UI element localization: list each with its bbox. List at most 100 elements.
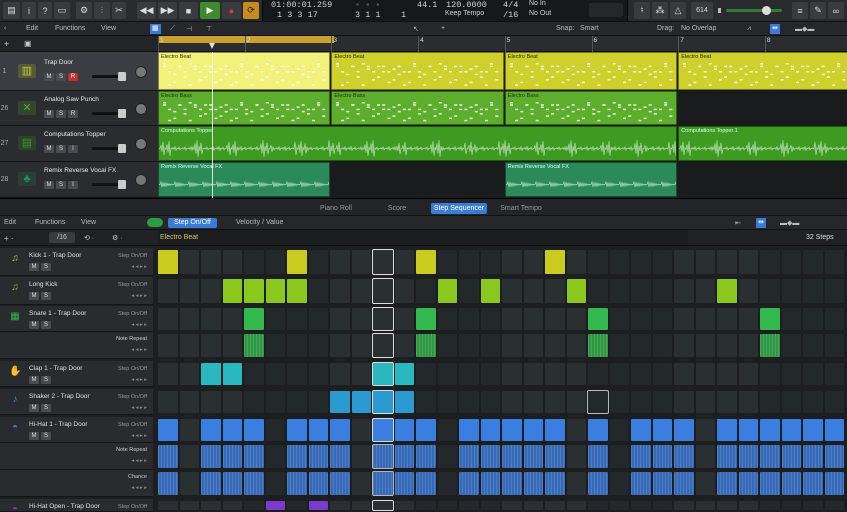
- editor-catch-icon[interactable]: ⇤: [735, 219, 741, 227]
- step-off[interactable]: [437, 419, 457, 441]
- record-enable-button[interactable]: R: [68, 73, 78, 81]
- step-on[interactable]: [652, 419, 672, 441]
- step-off[interactable]: [394, 308, 414, 330]
- step-off[interactable]: [652, 363, 672, 385]
- step-off[interactable]: [803, 250, 823, 274]
- step-off[interactable]: [824, 279, 844, 303]
- track-name[interactable]: Analog Saw Punch: [44, 96, 99, 103]
- step-off[interactable]: [437, 391, 457, 413]
- step-off[interactable]: [545, 279, 565, 303]
- step-off[interactable]: [674, 501, 694, 510]
- track-header[interactable]: 1 ▥ Trap Door M S R: [0, 52, 158, 91]
- step-off[interactable]: [158, 334, 178, 357]
- step-on[interactable]: [631, 419, 651, 441]
- editor-zoom-icon[interactable]: ⇹: [756, 218, 766, 228]
- step-off[interactable]: [674, 334, 694, 357]
- step-on[interactable]: [824, 472, 844, 495]
- step-off[interactable]: [738, 391, 758, 413]
- track-pan-knob[interactable]: [135, 138, 147, 150]
- step-off[interactable]: [588, 250, 608, 274]
- step-off[interactable]: [351, 308, 371, 330]
- step-row-name[interactable]: Hi-Hat Open - Trap Door: [29, 503, 100, 510]
- step-off[interactable]: [781, 250, 801, 274]
- step-on[interactable]: [287, 250, 307, 274]
- step-on[interactable]: [781, 472, 801, 495]
- solo-button[interactable]: S: [41, 292, 51, 300]
- step-row-header[interactable]: ♫ Kick 1 - Trap Door Step On/Off M S ◂ ◂ ▸ ▸: [0, 248, 153, 276]
- step-off[interactable]: [158, 363, 178, 385]
- step-off[interactable]: [738, 334, 758, 357]
- step-off[interactable]: [566, 363, 586, 385]
- step-off[interactable]: [760, 391, 780, 413]
- track-volume-fader[interactable]: [92, 180, 126, 189]
- step-on[interactable]: [738, 472, 758, 495]
- step-on[interactable]: [287, 279, 307, 303]
- step-on[interactable]: [502, 445, 522, 468]
- row-controls-icon[interactable]: ◂ ◂ ▸ ▸: [131, 458, 147, 464]
- region[interactable]: Electro Beat: [158, 52, 331, 90]
- step-off[interactable]: [652, 391, 672, 413]
- step-on[interactable]: [480, 445, 500, 468]
- step-on[interactable]: [760, 419, 780, 441]
- step-off[interactable]: [587, 390, 609, 414]
- step-off[interactable]: [459, 501, 479, 510]
- step-on[interactable]: [523, 419, 543, 441]
- step-lane[interactable]: [157, 248, 847, 276]
- step-off[interactable]: [201, 250, 221, 274]
- step-off[interactable]: [372, 500, 394, 511]
- count-in-icon[interactable]: ⁂: [652, 2, 668, 19]
- step-off[interactable]: [502, 279, 522, 303]
- step-on[interactable]: [372, 390, 394, 414]
- step-on[interactable]: [824, 445, 844, 468]
- step-off[interactable]: [330, 334, 350, 357]
- step-off[interactable]: [222, 501, 242, 510]
- step-off[interactable]: [674, 250, 694, 274]
- step-off[interactable]: [523, 308, 543, 330]
- step-off[interactable]: [523, 250, 543, 274]
- step-off[interactable]: [265, 419, 285, 441]
- step-off[interactable]: [609, 445, 629, 468]
- step-off[interactable]: [394, 501, 414, 510]
- step-on[interactable]: [416, 472, 436, 495]
- step-off[interactable]: [502, 363, 522, 385]
- arrange-view-menu[interactable]: View: [101, 25, 116, 32]
- step-off[interactable]: [695, 363, 715, 385]
- step-off[interactable]: [652, 250, 672, 274]
- step-off[interactable]: [674, 363, 694, 385]
- step-on[interactable]: [222, 363, 242, 385]
- step-off[interactable]: [480, 334, 500, 357]
- step-off[interactable]: [222, 391, 242, 413]
- step-off[interactable]: [201, 334, 221, 357]
- step-lane[interactable]: [157, 499, 847, 512]
- lcd-display[interactable]: 01:00:01.259 1 3 3 17 ▪ ▪ ▪ 3 1 1 1 44.1…: [262, 0, 628, 21]
- step-off[interactable]: [372, 333, 394, 358]
- automation-icon[interactable]: ⟋: [170, 25, 175, 33]
- row-controls-icon[interactable]: ◂ ◂ ▸ ▸: [131, 405, 147, 411]
- step-off[interactable]: [201, 279, 221, 303]
- step-on[interactable]: [717, 472, 737, 495]
- step-off[interactable]: [695, 472, 715, 495]
- step-on[interactable]: [201, 445, 221, 468]
- step-off[interactable]: [437, 363, 457, 385]
- step-off[interactable]: [781, 308, 801, 330]
- step-grid[interactable]: ♫ Kick 1 - Trap Door Step On/Off M S ◂ ◂ ▸ ▸ ♫…: [0, 246, 847, 512]
- step-row-name[interactable]: Hi-Hat 1 - Trap Door: [29, 421, 88, 428]
- step-off[interactable]: [695, 445, 715, 468]
- step-off[interactable]: [545, 501, 565, 510]
- track-options-icon[interactable]: ▣: [24, 39, 32, 48]
- region[interactable]: Electro Bass: [331, 91, 504, 125]
- step-on[interactable]: [244, 472, 264, 495]
- solo-button[interactable]: S: [56, 181, 66, 189]
- step-off[interactable]: [566, 419, 586, 441]
- step-on[interactable]: [351, 391, 371, 413]
- step-on[interactable]: [760, 308, 780, 330]
- step-on[interactable]: [717, 419, 737, 441]
- step-off[interactable]: [545, 391, 565, 413]
- row-controls-icon[interactable]: ◂ ◂ ▸ ▸: [131, 293, 147, 299]
- step-off[interactable]: [459, 334, 479, 357]
- step-row-header[interactable]: ▦ Snare 1 - Trap Door Step On/Off M S ◂ ◂ ▸ ▸: [0, 306, 153, 332]
- step-off[interactable]: [803, 308, 823, 330]
- step-off[interactable]: [781, 501, 801, 510]
- step-lane[interactable]: [157, 306, 847, 332]
- step-off[interactable]: [244, 363, 264, 385]
